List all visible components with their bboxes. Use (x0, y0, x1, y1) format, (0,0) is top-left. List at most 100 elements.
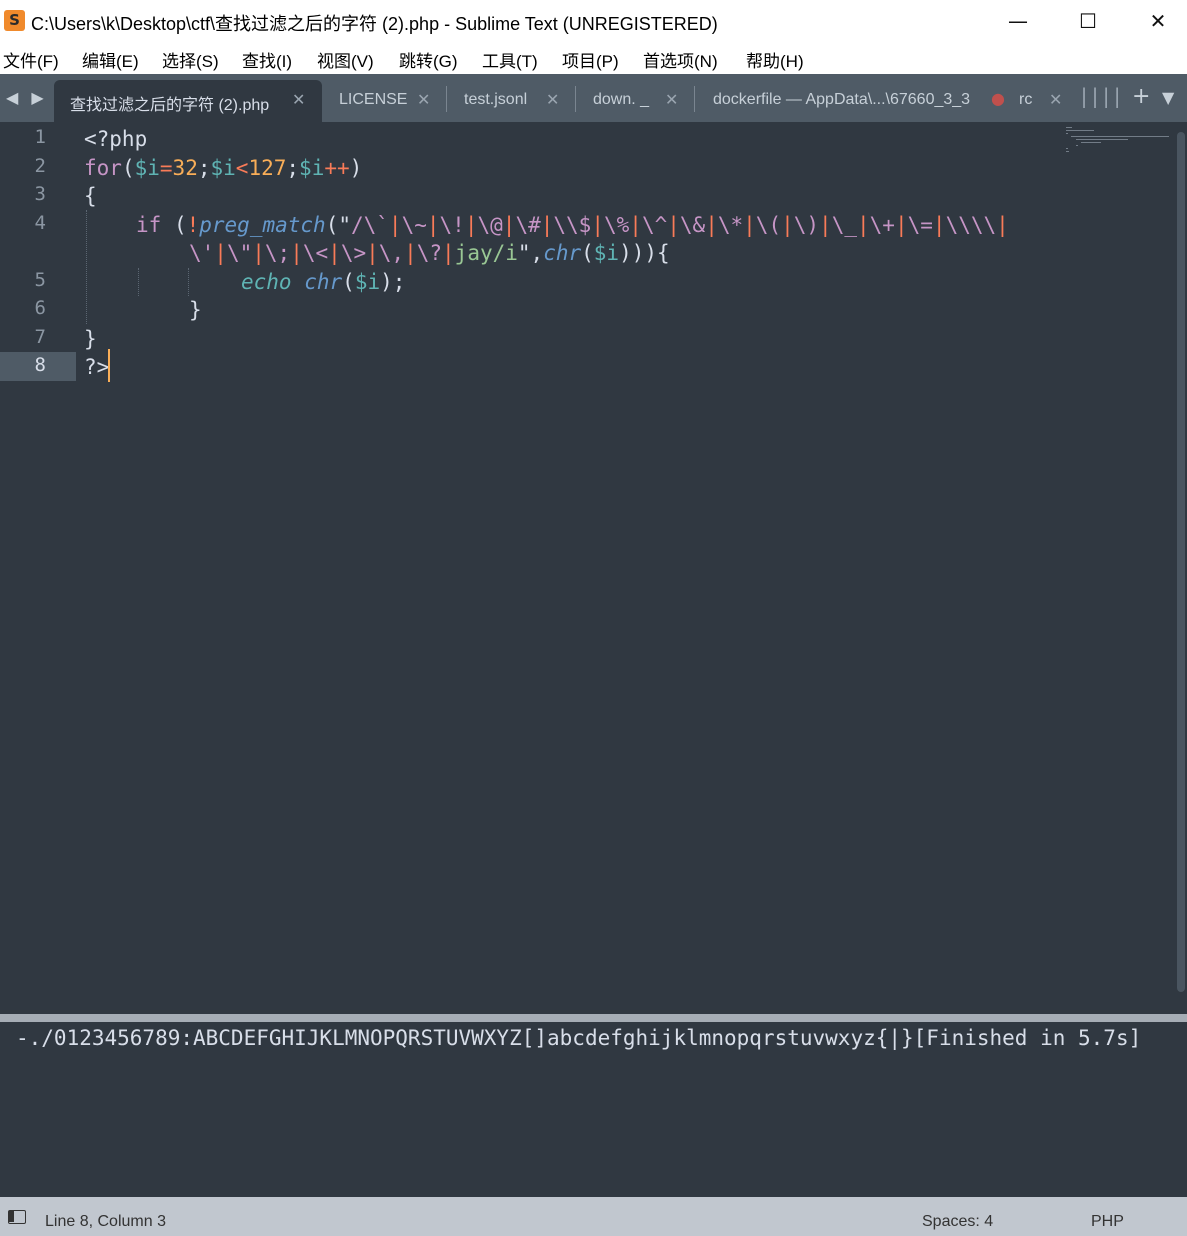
regex-pipe: | (404, 241, 417, 265)
variable: $i (134, 156, 160, 180)
regex-part: \, (378, 241, 405, 265)
brace: } (189, 298, 202, 322)
punct: ", (517, 241, 544, 265)
tab-list-dropdown-icon[interactable]: ▼ (1162, 88, 1174, 107)
menu-edit[interactable]: 编辑(E) (82, 47, 139, 72)
menu-project[interactable]: 项目(P) (562, 47, 619, 72)
sidebar-toggle-icon[interactable] (8, 1210, 26, 1224)
punct: ( (581, 241, 594, 265)
operator: ! (186, 213, 200, 237)
punct: ( (161, 213, 187, 237)
tab-down[interactable]: down. _ ✕ (577, 80, 693, 122)
tab-nav-arrows-icon[interactable]: ◀ ▶ (6, 88, 48, 107)
punct: ; (286, 156, 300, 180)
vertical-scrollbar[interactable] (1177, 132, 1185, 992)
tab-label: dockerfile — AppData\...\67660_3_3 (713, 91, 971, 108)
number: 32 (172, 156, 198, 180)
menu-goto[interactable]: 跳转(G) (399, 47, 458, 72)
panel-divider[interactable] (0, 1014, 1187, 1022)
regex-pipe: | (996, 213, 1009, 237)
minimap-line (1081, 142, 1101, 143)
regex-part: \! (439, 213, 465, 237)
minimap-line (1066, 151, 1069, 152)
function-name: preg_match (199, 213, 326, 237)
menu-tools[interactable]: 工具(T) (482, 47, 538, 72)
line-number: 3 (34, 183, 46, 205)
regex-tail: jay/i (454, 241, 518, 265)
regex-pipe: | (464, 213, 478, 237)
menu-selection[interactable]: 选择(S) (162, 47, 219, 72)
tab-bar: ◀ ▶ 查找过滤之后的字符 (2).php ✕ LICENSE ✕ test.j… (0, 74, 1187, 122)
code-editor[interactable]: 1 2 3 4 5 6 7 8 <?php for($i=32;$i<127;$… (0, 122, 1187, 1014)
code-line-1: <?php (84, 125, 147, 154)
tab-license[interactable]: LICENSE ✕ (323, 80, 445, 122)
regex-pipe: | (705, 213, 718, 237)
tab-php-file[interactable]: 查找过滤之后的字符 (2).php ✕ (54, 80, 322, 122)
close-window-button[interactable]: ✕ (1123, 0, 1187, 42)
brace: } (84, 327, 97, 351)
cursor-position[interactable]: Line 8, Column 3 (45, 1213, 166, 1231)
window-title: C:\Users\k\Desktop\ctf\查找过滤之后的字符 (2).php… (31, 14, 718, 34)
menu-bar: 文件(F) 编辑(E) 选择(S) 查找(I) 视图(V) 跳转(G) 工具(T… (0, 42, 1187, 74)
regex-part: \~ (401, 213, 427, 237)
tab-label: 查找过滤之后的字符 (2).php (70, 97, 270, 114)
regex-alternatives: \'|\"|\;|\<|\>|\,|\? (189, 241, 442, 265)
indentation-setting[interactable]: Spaces: 4 (922, 1213, 993, 1231)
regex-pipe: | (252, 241, 265, 265)
build-output-panel[interactable]: -./0123456789:ABCDEFGHIJKLMNOPQRSTUVWXYZ… (0, 1022, 1187, 1197)
line-number-gutter: 1 2 3 4 5 6 7 8 (0, 122, 76, 1014)
tab-dockerfile[interactable]: dockerfile — AppData\...\67660_3_3 ● (697, 80, 1013, 122)
variable: $i (299, 156, 325, 180)
punct: ; (197, 156, 211, 180)
close-icon[interactable]: ✕ (665, 90, 678, 109)
number: 127 (248, 156, 287, 180)
line-number: 4 (34, 212, 46, 234)
close-icon[interactable]: ✕ (546, 90, 559, 109)
minimap-line (1066, 148, 1068, 149)
tab-label: down. _ (593, 91, 650, 108)
variable: $i (354, 270, 381, 294)
menu-preferences[interactable]: 首选项(N) (643, 47, 718, 72)
close-icon[interactable]: ✕ (1049, 90, 1062, 109)
minimap-line (1066, 130, 1094, 131)
tab-rc[interactable]: rc ✕ (1003, 80, 1075, 122)
regex-pipe: | (591, 213, 604, 237)
regex-part: \_ (831, 213, 857, 237)
regex-pipe: | (366, 241, 379, 265)
sublime-text-icon: S (4, 10, 25, 31)
regex-part: \; (264, 241, 291, 265)
menu-find[interactable]: 查找(I) (242, 47, 292, 72)
tab-test-jsonl[interactable]: test.jsonl ✕ (448, 80, 574, 122)
status-bar: Line 8, Column 3 Spaces: 4 PHP (0, 1197, 1187, 1236)
code-line-3: { (84, 182, 97, 211)
syntax-mode[interactable]: PHP (1091, 1213, 1124, 1231)
operator: < (235, 156, 249, 180)
menu-file[interactable]: 文件(F) (3, 47, 59, 72)
regex-part: \> (340, 241, 367, 265)
regex-part: \^ (641, 213, 668, 237)
tab-separator (446, 86, 447, 112)
build-output-text: -./0123456789:ABCDEFGHIJKLMNOPQRSTUVWXYZ… (16, 1026, 1142, 1050)
php-open-tag: <?php (84, 127, 148, 151)
regex-part: \+ (869, 213, 895, 237)
close-icon[interactable]: ✕ (292, 90, 305, 109)
regex-part: \? (416, 241, 443, 265)
minimize-button[interactable]: — (983, 0, 1053, 42)
tab-overflow-icon[interactable]: |||| (1078, 84, 1123, 108)
punct: ); (380, 270, 406, 294)
close-icon[interactable]: ✕ (417, 90, 430, 109)
minimap[interactable] (1066, 126, 1170, 156)
tab-separator (694, 86, 695, 112)
regex-pipe: | (388, 213, 402, 237)
new-tab-icon[interactable]: + (1132, 84, 1150, 109)
regex-part: \# (515, 213, 541, 237)
indent-guide (86, 210, 87, 324)
menu-view[interactable]: 视图(V) (317, 47, 374, 72)
regex-pipe: | (857, 213, 870, 237)
regex-pipe: | (667, 213, 680, 237)
function-name: chr (543, 241, 582, 265)
text-cursor (108, 349, 110, 382)
menu-help[interactable]: 帮助(H) (746, 47, 804, 72)
maximize-button[interactable]: ☐ (1053, 0, 1123, 42)
